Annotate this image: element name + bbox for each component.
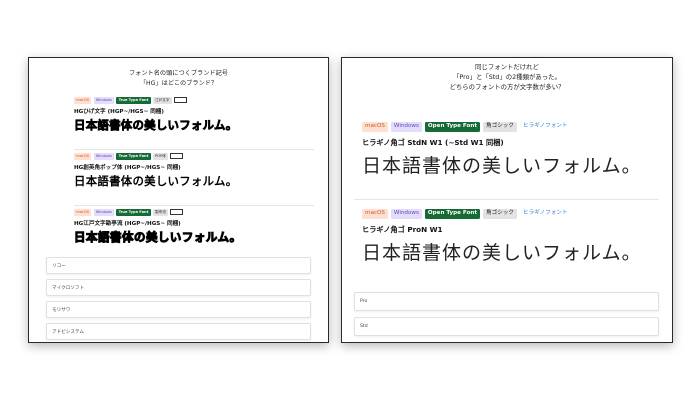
font-format-badge: True Type Font <box>116 153 151 160</box>
font-sample-text: 日本語書体の美しいフォルム。 <box>74 117 238 132</box>
divider <box>74 205 314 206</box>
macos-badge: macOS <box>74 97 92 104</box>
question-line-2: 「Pro」と「Std」の2種類があった。 <box>453 72 561 81</box>
option-label: Std <box>360 324 368 329</box>
option-label: アドビシステム <box>52 329 85 335</box>
font-tags: macOS Windows True Type Font 江戸文字 <box>74 97 237 104</box>
font-name: HG創英角ポップ体 (HGP~/HGS~ 同梱) <box>74 164 181 171</box>
option-label: マイクロソフト <box>52 285 85 291</box>
font-tags: macOS Windows Open Type Font 角ゴシック ヒラギノフ… <box>362 209 642 219</box>
question-line-1: フォント名の頭につくブランド記号 <box>129 70 228 77</box>
font-vendor-link[interactable]: ヒラギノフォント <box>520 122 571 132</box>
windows-badge: Windows <box>390 209 422 219</box>
font-name: HG江戸文字勘亭流 (HGP~/HGS~ 同梱) <box>74 220 181 227</box>
font-vendor-link[interactable]: ヒラギノフォント <box>520 209 571 219</box>
macos-badge: macOS <box>362 122 388 132</box>
font-format-badge: Open Type Font <box>424 209 481 219</box>
font-sample-text: 日本語書体の美しいフォルム。 <box>74 229 242 244</box>
macos-badge: macOS <box>362 209 388 219</box>
divider <box>74 149 314 150</box>
question-line-3: どちらのフォントの方が文字数が多い？ <box>449 82 565 91</box>
quiz-question: フォント名の頭につくブランド記号 「HG」はどこのブランド？ <box>29 69 328 88</box>
answer-box[interactable] <box>174 97 188 104</box>
answer-option[interactable]: Std <box>354 317 659 336</box>
font-tags: macOS Windows Open Type Font 角ゴシック ヒラギノフ… <box>362 122 642 132</box>
option-label: Pro <box>360 299 368 304</box>
font-tags: macOS Windows True Type Font POP体 <box>74 153 237 160</box>
answer-box[interactable] <box>170 209 184 216</box>
font-entry: macOS Windows True Type Font 江戸文字 HGひげ文字… <box>74 97 238 133</box>
windows-badge: Windows <box>93 153 114 160</box>
font-name: HGひげ文字 (HGP~/HGS~ 同梱) <box>74 108 164 115</box>
answer-option[interactable]: マイクロソフト <box>46 279 311 296</box>
font-tags: macOS Windows True Type Font 勘亭流 <box>74 209 242 216</box>
answer-box[interactable] <box>170 153 184 160</box>
font-category-badge: 角ゴシック <box>483 209 517 219</box>
font-format-badge: True Type Font <box>116 97 151 104</box>
answer-option[interactable]: リコー <box>46 257 311 274</box>
answer-option[interactable]: モリサワ <box>46 301 311 318</box>
font-category-badge: 江戸文字 <box>152 97 172 104</box>
macos-badge: macOS <box>74 209 92 216</box>
font-category-badge: 角ゴシック <box>483 122 517 132</box>
font-format-badge: Open Type Font <box>424 122 481 132</box>
answer-option[interactable]: Pro <box>354 292 659 311</box>
question-line-1: 同じフォントだけれど <box>475 63 539 71</box>
font-entry: macOS Windows True Type Font POP体 HG創英角ポ… <box>74 153 237 189</box>
windows-badge: Windows <box>93 209 114 216</box>
font-sample-text: 日本語書体の美しいフォルム。 <box>74 173 238 188</box>
option-label: リコー <box>52 263 66 269</box>
question-line-2: 「HG」はどこのブランド？ <box>139 79 218 87</box>
font-sample-text: 日本語書体の美しいフォルム。 <box>362 154 642 177</box>
font-entry: macOS Windows True Type Font 勘亭流 HG江戸文字勘… <box>74 209 242 245</box>
divider <box>354 199 659 200</box>
font-category-badge: POP体 <box>152 153 169 160</box>
windows-badge: Windows <box>93 97 114 104</box>
font-name: ヒラギノ角ゴ StdN W1 (~Std W1 同梱) <box>362 137 504 147</box>
font-category-badge: 勘亭流 <box>152 209 169 216</box>
font-entry: macOS Windows Open Type Font 角ゴシック ヒラギノフ… <box>362 209 642 265</box>
font-format-badge: True Type Font <box>116 209 151 216</box>
macos-badge: macOS <box>74 153 92 160</box>
font-entry: macOS Windows Open Type Font 角ゴシック ヒラギノフ… <box>362 122 642 178</box>
quiz-question: 同じフォントだけれど 「Pro」と「Std」の2種類があった。 どちらのフォント… <box>342 63 672 92</box>
answer-option[interactable]: アドビシステム <box>46 323 311 340</box>
windows-badge: Windows <box>390 122 422 132</box>
font-name: ヒラギノ角ゴ ProN W1 <box>362 224 443 234</box>
font-sample-text: 日本語書体の美しいフォルム。 <box>362 241 642 264</box>
option-label: モリサワ <box>52 307 71 313</box>
